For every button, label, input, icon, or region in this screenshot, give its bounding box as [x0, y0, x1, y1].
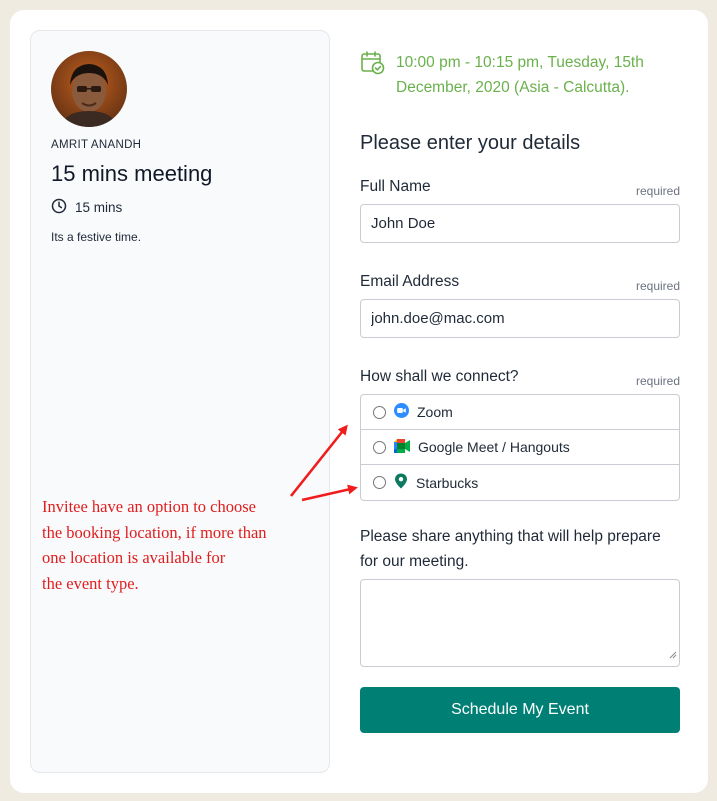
location-option-starbucks[interactable]: Starbucks — [361, 465, 679, 500]
zoom-icon — [394, 403, 409, 421]
clock-icon — [51, 198, 67, 217]
slot-datetime: 10:00 pm - 10:15 pm, Tuesday, 15th Decem… — [396, 54, 644, 96]
location-option-label: Starbucks — [416, 474, 479, 491]
avatar — [51, 51, 127, 127]
form-title: Please enter your details — [360, 132, 581, 154]
full-name-required: required — [635, 184, 680, 198]
location-options: Zoom Google Meet / Hangouts Starbucks — [360, 394, 680, 501]
notes-textarea[interactable] — [360, 579, 680, 667]
full-name-label: Full Name — [360, 178, 431, 195]
location-option-label: Zoom — [417, 404, 453, 420]
resize-handle-icon[interactable] — [669, 646, 677, 664]
notes-label: Please share anything that will help pre… — [360, 528, 661, 570]
duration-label: 15 mins — [75, 200, 123, 215]
host-name: AMRIT ANANDH — [51, 139, 142, 151]
schedule-event-button[interactable]: Schedule My Event — [360, 687, 680, 733]
connect-label: How shall we connect? — [360, 368, 519, 385]
calendar-check-icon — [360, 50, 386, 100]
location-option-zoom[interactable]: Zoom — [361, 395, 679, 430]
email-input[interactable] — [360, 299, 680, 338]
event-info-panel: AMRIT ANANDH 15 mins meeting 15 mins Its… — [30, 30, 330, 773]
full-name-input[interactable] — [360, 204, 680, 243]
annotation-line: Invitee have an option to choose — [42, 497, 256, 516]
event-description: Its a festive time. — [51, 230, 142, 244]
location-option-label: Google Meet / Hangouts — [418, 439, 570, 455]
event-title: 15 mins meeting — [51, 161, 213, 186]
radio-button[interactable] — [373, 405, 386, 419]
radio-button[interactable] — [373, 440, 386, 454]
event-duration: 15 mins — [51, 198, 122, 217]
selected-slot: 10:00 pm - 10:15 pm, Tuesday, 15th Decem… — [360, 50, 680, 100]
annotation-text: Invitee have an option to choose the boo… — [42, 494, 304, 596]
radio-button[interactable] — [373, 476, 386, 489]
annotation-line: the event type. — [42, 573, 139, 593]
google-meet-icon — [394, 438, 410, 456]
email-required: required — [635, 279, 680, 293]
connect-required: required — [635, 374, 680, 388]
booking-card: AMRIT ANANDH 15 mins meeting 15 mins Its… — [10, 10, 708, 793]
annotation-line: one location is available for — [42, 548, 226, 567]
email-label: Email Address — [360, 273, 460, 290]
annotation-line: the booking location, if more than — [42, 522, 267, 542]
location-option-google-meet[interactable]: Google Meet / Hangouts — [361, 430, 679, 465]
map-pin-icon — [394, 473, 408, 492]
